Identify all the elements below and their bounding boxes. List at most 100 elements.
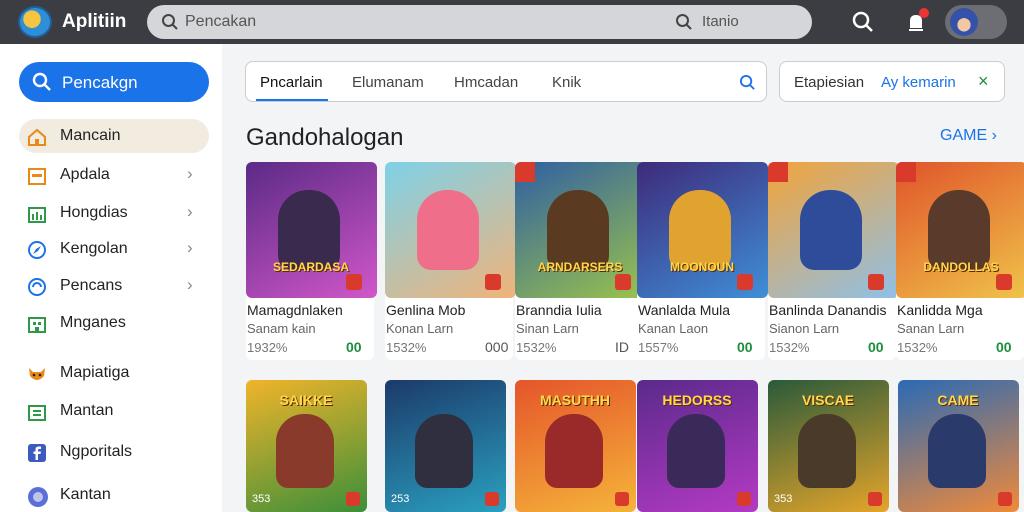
filter-label: Etapiesian [794, 74, 865, 91]
game-title[interactable]: Wanlalda Mula [638, 302, 730, 318]
game-card[interactable]: DANDOLLAS Kanlidda Mga Sanan Larn 1532% … [896, 162, 1024, 360]
game-rating: 1532% [386, 340, 427, 355]
game-count: 253 [391, 493, 410, 505]
game-thumbnail[interactable] [385, 162, 516, 298]
game-count: 353 [252, 493, 271, 505]
tab-elumanam[interactable]: Elumanam [352, 74, 424, 91]
game-rating: 1532% [769, 340, 810, 355]
tab-pncarlain[interactable]: Pncarlain [260, 74, 323, 91]
sidebar-item-pencans[interactable]: Pencans › [19, 269, 209, 303]
see-all-link[interactable]: GAME › [940, 127, 997, 145]
game-card[interactable]: ARNDARSERS Branndia Iulia Sinan Larn 153… [515, 162, 646, 360]
game-subtitle: Sinan Larn [516, 321, 579, 336]
search-icon [161, 13, 179, 36]
search-hint: Itanio [702, 13, 739, 30]
character-figure [798, 414, 856, 488]
game-thumbnail[interactable] [768, 162, 899, 298]
sidebar-item-ngporitals[interactable]: Ngporitals [19, 435, 209, 469]
chevron-right-icon: › [187, 202, 193, 221]
sidebar-item-kengolan[interactable]: Kengolan › [19, 232, 209, 266]
game-thumbnail[interactable]: MOONOUN [637, 162, 768, 298]
corner-badge [737, 492, 751, 506]
game-card[interactable]: SAIKKE 353 [246, 380, 367, 512]
game-card[interactable]: VISCAE 353 [768, 380, 889, 512]
search-icon[interactable] [739, 74, 756, 96]
search-button[interactable] [851, 10, 875, 39]
ribbon-badge [768, 162, 788, 182]
sidebar-item-apdala[interactable]: Apdala › [19, 158, 209, 192]
character-figure [669, 190, 731, 270]
filter-chip[interactable]: Etapiesian Ay kemarin × [779, 61, 1005, 102]
sidebar-item-label: Apdala [60, 166, 110, 183]
tab-knik[interactable]: Knik [552, 74, 581, 91]
game-card[interactable]: SEDARDASA Mamagdnlaken Sanam kain 1932% … [246, 162, 377, 360]
game-card[interactable]: CAME [898, 380, 1019, 512]
character-figure [800, 190, 862, 270]
game-rating: 1532% [516, 340, 557, 355]
game-title[interactable]: Branndia Iulia [516, 302, 602, 318]
sidebar-item-kantan[interactable]: Kantan [19, 478, 209, 512]
sidebar-item-label: Mnganes [60, 314, 126, 331]
game-banner-text: SEDARDASA [272, 260, 349, 274]
game-card[interactable]: 253 [385, 380, 506, 512]
chevron-right-icon: › [187, 164, 193, 183]
character-figure [417, 190, 479, 270]
sidebar-item-label: Pencans [60, 277, 123, 294]
game-title[interactable]: Banlinda Danandis [769, 302, 887, 318]
game-thumbnail[interactable]: DANDOLLAS [896, 162, 1024, 298]
profile-button[interactable] [945, 5, 1007, 39]
sidebar-item-label: Kengolan [60, 240, 128, 257]
game-card[interactable]: Banlinda Danandis Sianon Larn 1532% 00 [768, 162, 899, 360]
avatar [950, 8, 978, 36]
game-card[interactable]: Genlina Mob Konan Larn 1532% 000 [385, 162, 516, 360]
game-banner-text: DANDOLLAS [923, 260, 999, 274]
game-title[interactable]: Kanlidda Mga [897, 302, 983, 318]
game-title[interactable]: Genlina Mob [386, 302, 465, 318]
chart-icon [27, 204, 47, 224]
corner-badge [998, 492, 1012, 506]
sidebar-item-hongdias[interactable]: Hongdias › [19, 196, 209, 230]
chevron-right-icon: › [187, 275, 193, 294]
game-thumbnail[interactable]: ARNDARSERS [515, 162, 646, 298]
sidebar-item-mantan[interactable]: Mantan [19, 394, 209, 428]
close-icon[interactable]: × [978, 71, 989, 92]
corner-badge [346, 274, 362, 290]
search-icon[interactable] [675, 13, 693, 36]
home-icon [27, 127, 47, 147]
sidebar-item-label: Hongdias [60, 204, 128, 221]
corner-badge [868, 274, 884, 290]
top-bar: Aplitiin Itanio [0, 0, 1024, 44]
app-logo-icon[interactable] [18, 6, 52, 38]
globe-icon [27, 486, 48, 507]
game-thumbnail[interactable]: SEDARDASA [246, 162, 377, 298]
game-rating: 1557% [638, 340, 679, 355]
sidebar-item-mnganes[interactable]: Mnganes [19, 306, 209, 340]
tab-hmcadan[interactable]: Hmcadan [454, 74, 518, 91]
ribbon-badge [515, 162, 535, 182]
game-title[interactable]: Mamagdnlaken [247, 302, 343, 318]
sidebar-item-label: Mancain [60, 127, 121, 144]
game-subtitle: Sanam kain [247, 321, 316, 336]
game-rating: 1932% [247, 340, 288, 355]
sidebar-item-label: Ngporitals [60, 443, 133, 460]
character-figure [667, 414, 725, 488]
game-card[interactable]: MASUTHH [515, 380, 636, 512]
sidebar: Pencakgn Mancain Apdala › Hongdias › Ken… [0, 44, 222, 512]
filter-value[interactable]: Ay kemarin [881, 74, 956, 91]
sidebar-item-label: Mapiatiga [60, 364, 130, 381]
fox-icon [27, 364, 47, 384]
game-subtitle: Konan Larn [386, 321, 454, 336]
game-card[interactable]: HEDORSS [637, 380, 758, 512]
character-figure [278, 190, 340, 270]
refresh-icon [27, 277, 47, 297]
game-card[interactable]: MOONOUN Wanlalda Mula Kanan Laon 1557% 0… [637, 162, 768, 360]
notification-button[interactable] [903, 8, 929, 36]
search-bar[interactable]: Itanio [147, 5, 812, 39]
search-input[interactable] [185, 10, 565, 34]
sidebar-item-mapiatiga[interactable]: Mapiatiga [19, 356, 209, 390]
sidebar-item-label: Kantan [60, 486, 111, 503]
notification-badge [919, 8, 929, 18]
search-primary-button[interactable]: Pencakgn [19, 62, 209, 102]
bank-icon [27, 402, 47, 422]
sidebar-item-mancain[interactable]: Mancain [19, 119, 209, 153]
